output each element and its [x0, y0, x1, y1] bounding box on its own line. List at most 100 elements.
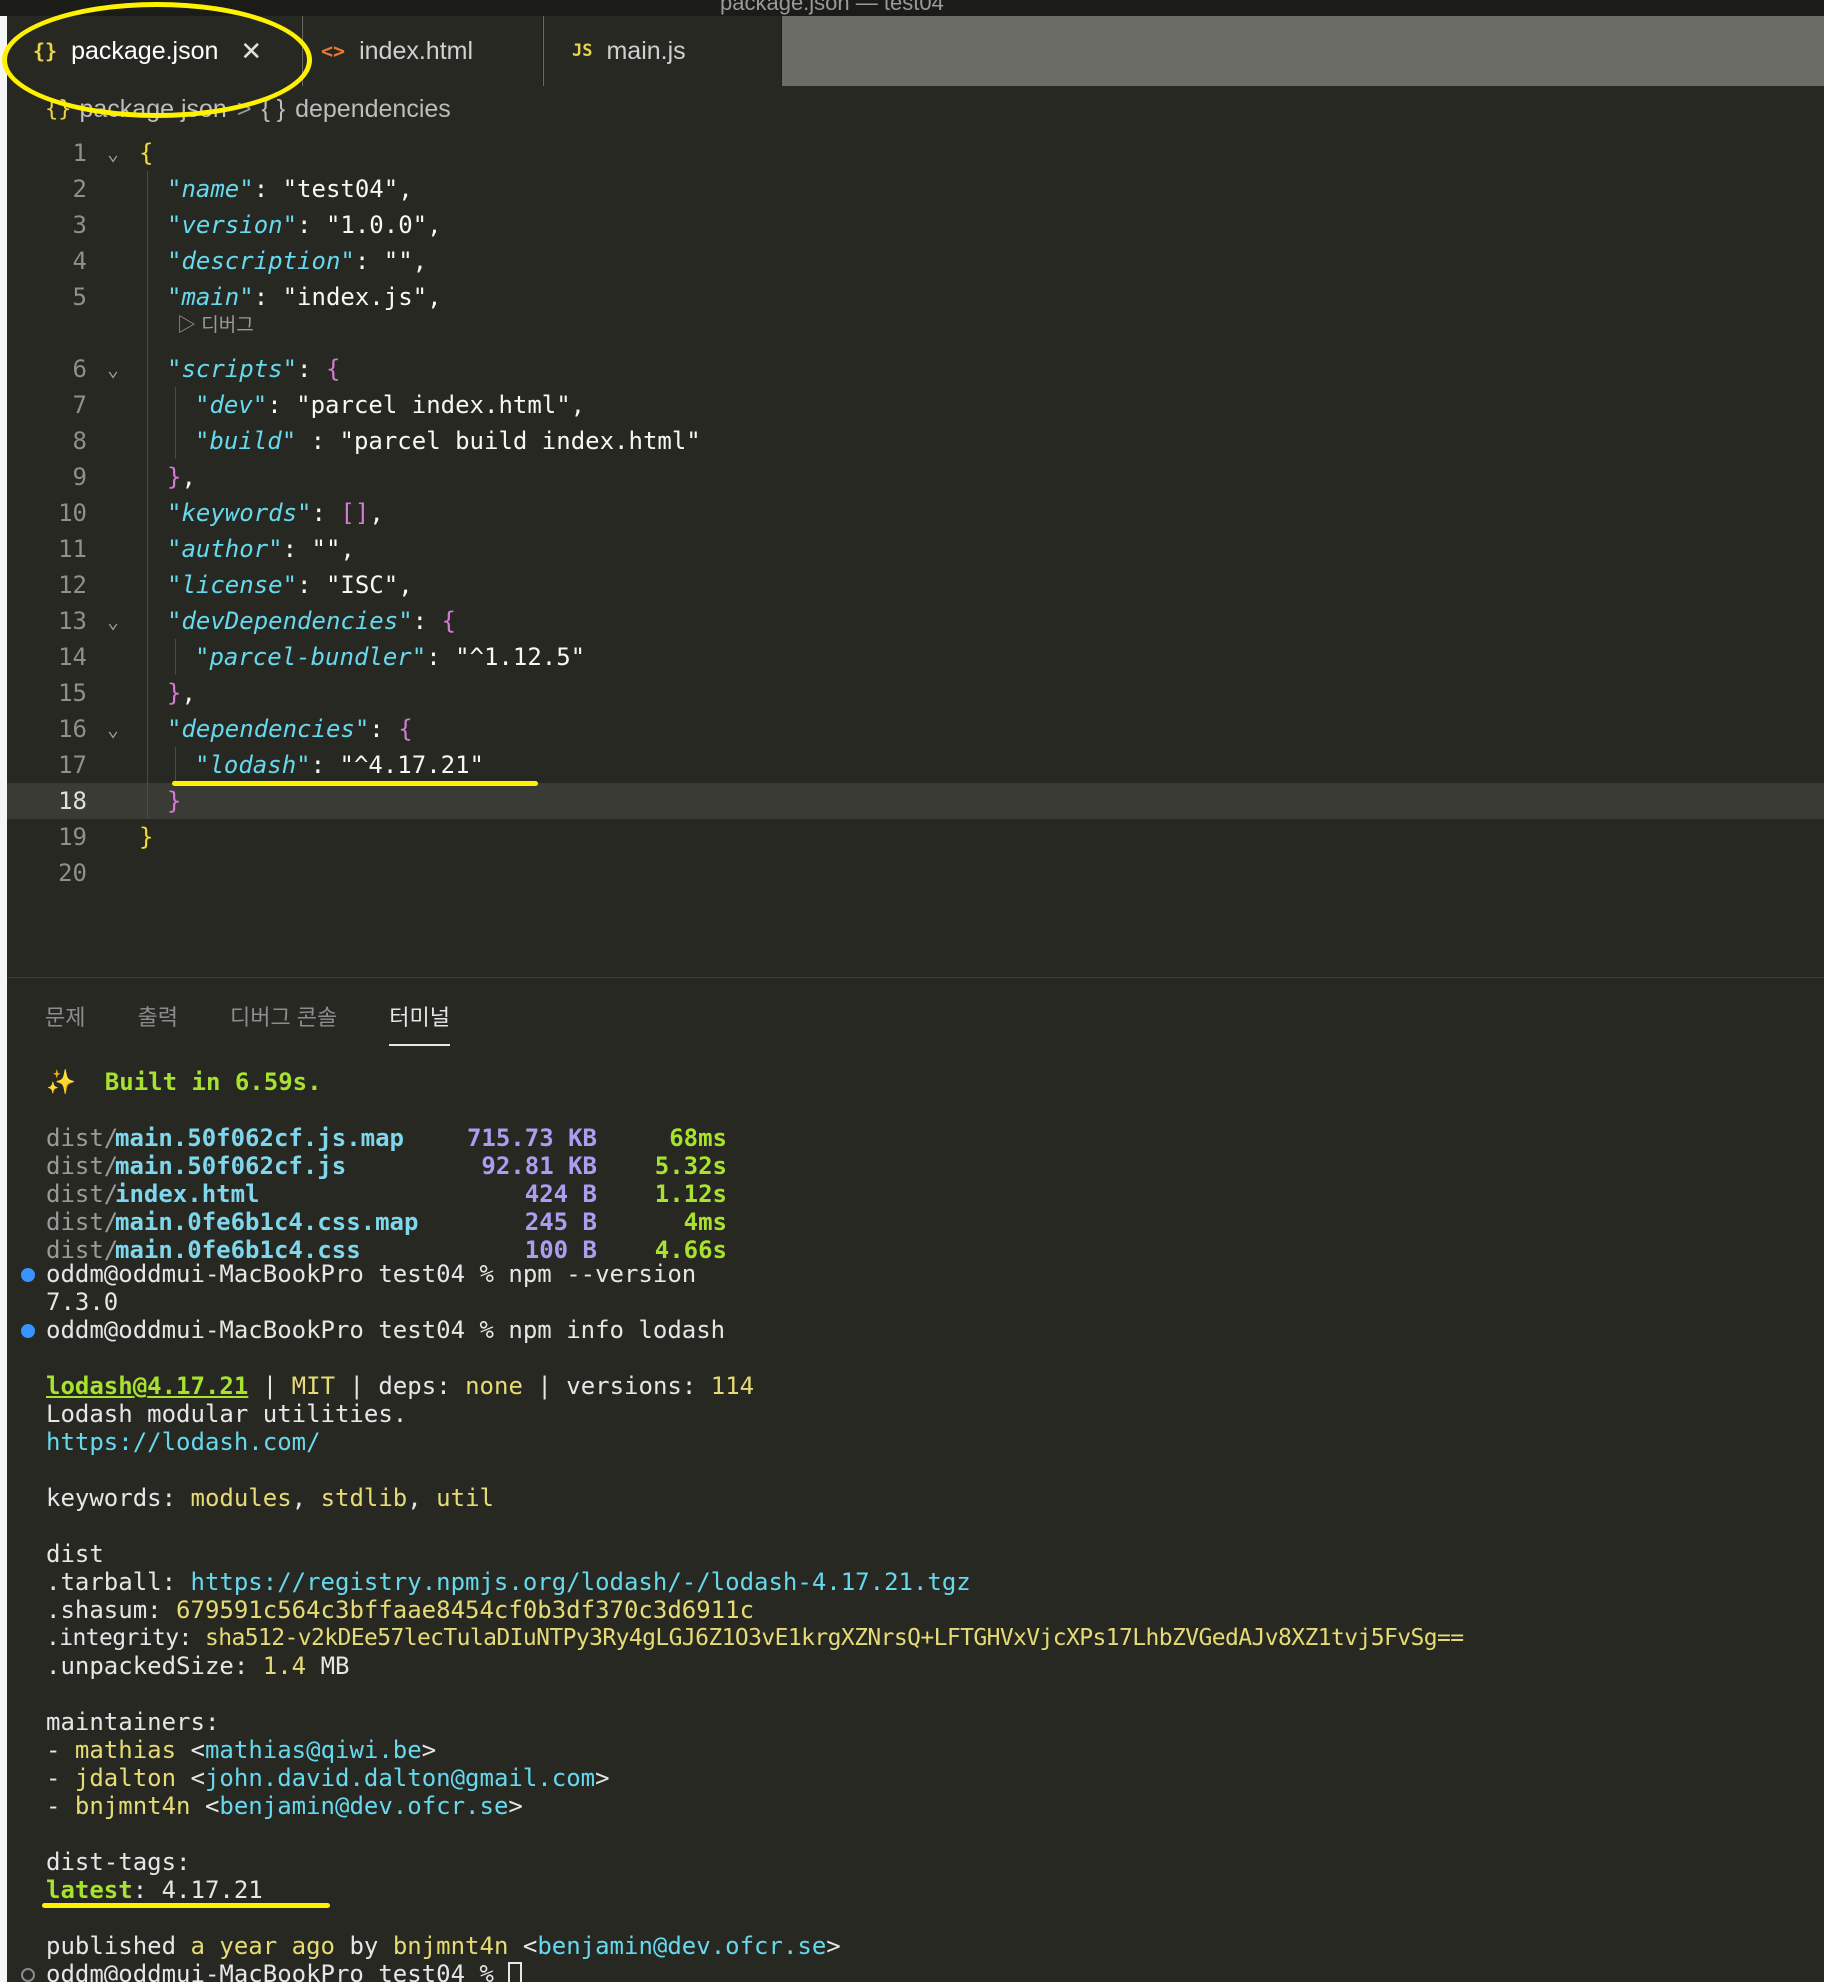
title-bar: package.json — test04 [0, 0, 1824, 16]
line-number: 20 [58, 859, 87, 887]
code-line[interactable]: 11 "author": "", [7, 531, 1824, 567]
code-line[interactable]: 14 "parcel-bundler": "^1.12.5" [7, 639, 1824, 675]
unpacked-unit: MB [320, 1652, 350, 1680]
tab-main-js[interactable]: JS main.js [544, 16, 782, 86]
code-token: [] [340, 499, 370, 527]
code-line[interactable]: 1 ⌄ { [7, 135, 1824, 171]
maintainer-email[interactable]: benjamin@dev.ofcr.se [219, 1792, 508, 1820]
keywords-label: keywords: [46, 1484, 177, 1512]
code-token: { [398, 715, 413, 743]
tab-terminal[interactable]: 터미널 [389, 1000, 451, 1046]
code-token: : "", [282, 535, 355, 563]
maintainer-email[interactable]: mathias@qiwi.be [205, 1736, 422, 1764]
code-token: "dependencies" [167, 715, 370, 743]
code-line[interactable]: 19} [7, 819, 1824, 855]
code-line[interactable]: 20 [7, 855, 1824, 891]
breadcrumb-node[interactable]: dependencies [295, 95, 451, 124]
code-token: : "ISC", [297, 571, 413, 599]
code-token: : "^4.17.21" [310, 751, 484, 779]
terminal-cursor [508, 1962, 523, 1982]
tarball-link[interactable]: https://registry.npmjs.org/lodash/-/loda… [191, 1568, 971, 1596]
license: MIT [291, 1372, 336, 1400]
terminal-prompt-line[interactable]: oddm@oddmui-MacBookPro test04 % [46, 1960, 523, 1982]
code-line[interactable]: 6 ⌄ "scripts": { [7, 351, 1824, 387]
code-text: "description": "", [167, 243, 427, 279]
bottom-panel: 문제 출력 디버그 콘솔 터미널 ✨ Built in 6.59s. dist/… [7, 977, 1824, 1982]
code-token: "devDependencies" [167, 607, 413, 635]
code-token: } [139, 823, 154, 851]
keyword: util [436, 1484, 494, 1512]
fold-chevron-icon[interactable]: ⌄ [107, 351, 119, 387]
file-time: 1.12s [654, 1180, 727, 1208]
code-line[interactable]: 13 ⌄ "devDependencies": { [7, 603, 1824, 639]
package-summary: lodash@4.17.21 | MIT | deps: none | vers… [46, 1372, 755, 1400]
file-dir: dist/ [46, 1180, 119, 1208]
tab-index-html[interactable]: <> index.html [303, 16, 543, 86]
integrity-line: .integrity: sha512-v2kDEe57lecTulaDIuNTP… [46, 1624, 1464, 1652]
code-line[interactable]: 16 ⌄ "dependencies": { [7, 711, 1824, 747]
code-line[interactable]: 3 "version": "1.0.0", [7, 207, 1824, 243]
tab-output[interactable]: 출력 [137, 1000, 177, 1046]
code-line[interactable]: 4 "description": "", [7, 243, 1824, 279]
maintainer-row: - mathias <mathias@qiwi.be> [46, 1736, 437, 1764]
command-success-dot [21, 1324, 35, 1338]
line-number: 4 [72, 247, 87, 275]
window-title: package.json — test04 [720, 0, 944, 15]
line-number: 16 [58, 715, 87, 743]
fold-chevron-icon[interactable]: ⌄ [107, 603, 119, 639]
code-line[interactable]: 5 "main": "index.js", [7, 279, 1824, 315]
published-line: published a year ago by bnjmnt4n <benjam… [46, 1932, 841, 1960]
file-size: 715.73 KB [466, 1124, 597, 1152]
file-dir: dist/ [46, 1208, 119, 1236]
code-token: : [412, 607, 442, 635]
code-line[interactable]: 12 "license": "ISC", [7, 567, 1824, 603]
indent-guide [147, 171, 148, 819]
code-line[interactable]: 2 "name": "test04", [7, 171, 1824, 207]
code-text: "parcel-bundler": "^1.12.5" [195, 639, 585, 675]
code-line[interactable]: 9}, [7, 459, 1824, 495]
code-editor[interactable]: 1 ⌄ {2 "name": "test04", 3 "version": "1.0.0"… [7, 132, 1824, 977]
line-number: 8 [72, 427, 87, 455]
tab-label: index.html [359, 36, 474, 65]
code-line[interactable]: 15}, [7, 675, 1824, 711]
unpacked-label: .unpackedSize: [46, 1652, 249, 1680]
file-name: main.50f062cf.js [115, 1152, 347, 1180]
line-number: 13 [58, 607, 87, 635]
file-size: 92.81 KB [481, 1152, 597, 1180]
debug-codelens[interactable]: ▷ 디버그 [177, 310, 254, 337]
line-number: 18 [58, 787, 87, 815]
code-text: "dependencies": { [167, 711, 413, 747]
publisher-email[interactable]: benjamin@dev.ofcr.se [537, 1932, 826, 1960]
terminal-command-line: oddm@oddmui-MacBookPro test04 % npm --ve… [46, 1260, 696, 1288]
code-line[interactable]: 17 "lodash": "^4.17.21" [7, 747, 1824, 783]
publisher: bnjmnt4n [392, 1932, 509, 1960]
deps-label: deps: [378, 1372, 451, 1400]
tarball-line: .tarball: https://registry.npmjs.org/lod… [46, 1568, 971, 1596]
file-name: main.50f062cf.js.map [115, 1124, 404, 1152]
code-line[interactable]: 8 "build" : "parcel build index.html" [7, 423, 1824, 459]
tab-problems[interactable]: 문제 [45, 1000, 85, 1046]
tab-debug-console[interactable]: 디버그 콘솔 [230, 1000, 337, 1046]
command-success-dot [21, 1268, 35, 1282]
sparkles-icon: ✨ [46, 1068, 76, 1096]
versions-value: 114 [710, 1372, 755, 1400]
html-file-icon: <> [321, 39, 346, 63]
code-line[interactable]: 7 "dev": "parcel index.html", [7, 387, 1824, 423]
code-line[interactable]: 10 "keywords": [], [7, 495, 1824, 531]
indent-guide [175, 387, 176, 459]
maintainers-label: maintainers: [46, 1708, 220, 1736]
fold-chevron-icon[interactable]: ⌄ [107, 135, 119, 171]
fold-chevron-icon[interactable]: ⌄ [107, 711, 119, 747]
tarball-label: .tarball: [46, 1568, 177, 1596]
line-number: 11 [58, 535, 87, 563]
code-token: "main" [167, 283, 254, 311]
tab-label: main.js [606, 36, 686, 65]
prompt: oddm@oddmui-MacBookPro test04 % [46, 1960, 494, 1982]
homepage-link[interactable]: https://lodash.com/ [46, 1428, 321, 1456]
code-line[interactable]: 18} [7, 783, 1824, 819]
integrity-label: .integrity: [46, 1625, 192, 1651]
file-dir: dist/ [46, 1152, 119, 1180]
shasum-label: .shasum: [46, 1596, 162, 1624]
maintainer-email[interactable]: john.david.dalton@gmail.com [205, 1764, 595, 1792]
latest-label: latest [46, 1876, 133, 1904]
